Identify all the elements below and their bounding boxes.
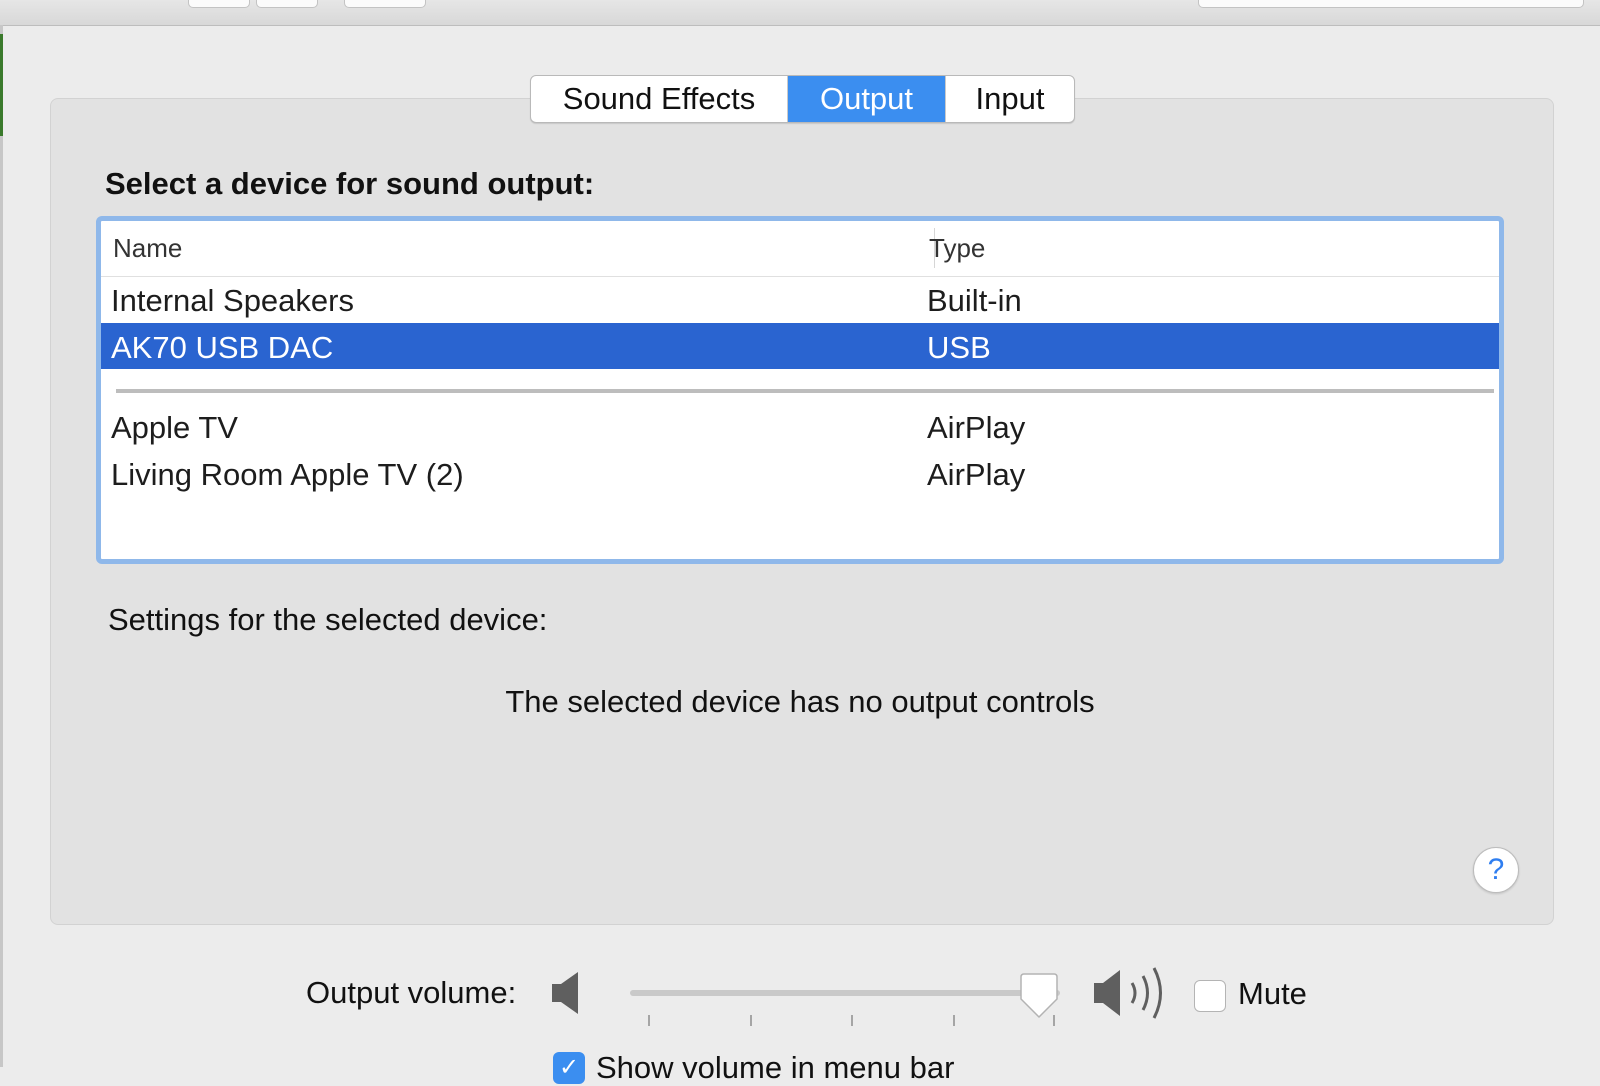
- table-header: Name Type: [101, 221, 1499, 277]
- output-volume-label: Output volume:: [306, 975, 517, 1010]
- device-name: Apple TV: [111, 410, 238, 445]
- slider-tick: [750, 1015, 752, 1026]
- show-volume-checkbox[interactable]: ✓: [553, 1052, 585, 1084]
- table-row-selected[interactable]: AK70 USB DAC USB: [101, 323, 1499, 369]
- tab-output[interactable]: Output: [788, 76, 946, 122]
- help-button[interactable]: ?: [1473, 847, 1519, 893]
- no-controls-message: The selected device has no output contro…: [505, 684, 1095, 719]
- table-row[interactable]: Internal Speakers Built-in: [101, 276, 1499, 322]
- slider-tick: [953, 1015, 955, 1026]
- slider-tick: [648, 1015, 650, 1026]
- device-name: Internal Speakers: [111, 283, 354, 318]
- device-name: Living Room Apple TV (2): [111, 457, 464, 492]
- mute-label: Mute: [1238, 976, 1307, 1011]
- forward-button[interactable]: [256, 0, 318, 8]
- tab-sound-effects[interactable]: Sound Effects: [531, 76, 788, 122]
- speaker-high-icon: [1094, 967, 1162, 1019]
- mute-checkbox[interactable]: [1194, 980, 1226, 1012]
- slider-thumb[interactable]: [1017, 973, 1061, 1019]
- table-row[interactable]: Living Room Apple TV (2) AirPlay: [101, 450, 1499, 496]
- device-select-heading: Select a device for sound output:: [105, 166, 595, 201]
- show-all-button[interactable]: [344, 0, 426, 8]
- column-header-type[interactable]: Type: [929, 233, 985, 264]
- settings-label: Settings for the selected device:: [108, 602, 548, 637]
- checkmark-icon: ✓: [558, 1054, 580, 1081]
- device-type: Built-in: [927, 283, 1022, 318]
- tab-bar: Sound Effects Output Input: [530, 75, 1075, 123]
- question-icon: ?: [1487, 853, 1505, 886]
- window-edge: [0, 25, 3, 1067]
- window-toolbar: [0, 0, 1600, 26]
- search-field[interactable]: [1198, 0, 1584, 8]
- table-row[interactable]: Apple TV AirPlay: [101, 403, 1499, 449]
- device-type: AirPlay: [927, 410, 1026, 445]
- speaker-low-icon: [552, 972, 578, 1014]
- column-header-name[interactable]: Name: [113, 233, 182, 264]
- background-window-edge: [0, 34, 3, 136]
- device-type: AirPlay: [927, 457, 1026, 492]
- group-separator: [116, 389, 1494, 393]
- show-volume-label: Show volume in menu bar: [596, 1050, 955, 1085]
- output-volume-slider[interactable]: [630, 973, 1060, 1026]
- device-type: USB: [927, 330, 991, 365]
- device-name: AK70 USB DAC: [111, 330, 334, 365]
- tab-input[interactable]: Input: [946, 76, 1074, 122]
- slider-tick: [851, 1015, 853, 1026]
- output-device-table[interactable]: Name Type Internal Speakers Built-in AK7…: [96, 216, 1504, 564]
- back-button[interactable]: [188, 0, 250, 8]
- slider-track[interactable]: [630, 990, 1060, 996]
